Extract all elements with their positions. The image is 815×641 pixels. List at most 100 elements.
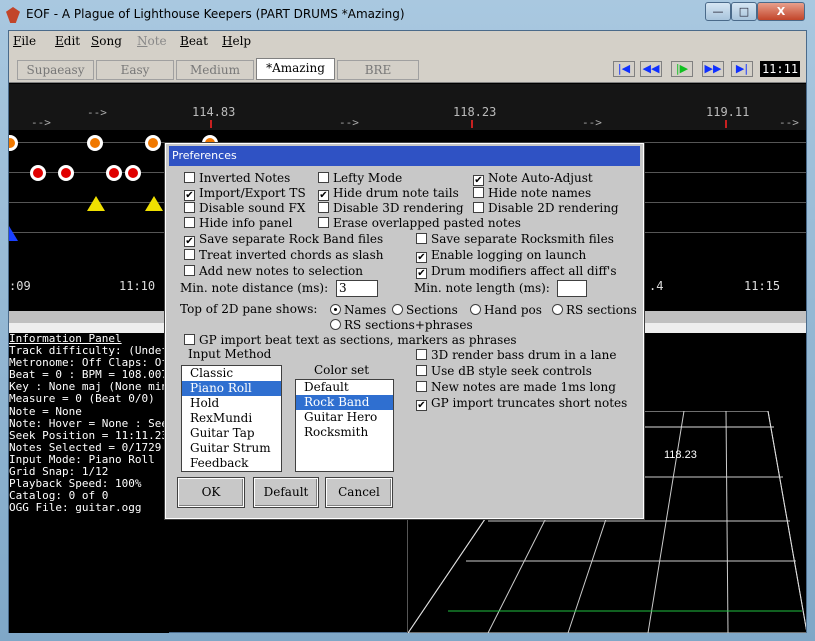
hide-note-names-checkbox[interactable]: Hide note names bbox=[473, 186, 591, 200]
radio-hand-pos[interactable]: Hand pos bbox=[470, 303, 542, 317]
enable-logging-checkbox[interactable]: ✔ Enable logging on launch bbox=[416, 248, 586, 263]
checkbox-label: Disable 2D rendering bbox=[488, 201, 619, 215]
radio-label: Hand pos bbox=[484, 303, 542, 317]
add-notes-to-selection-checkbox[interactable]: Add new notes to selection bbox=[184, 264, 363, 278]
disable-2d-rendering-checkbox[interactable]: Disable 2D rendering bbox=[473, 201, 619, 215]
checkmark-icon: ✔ bbox=[416, 252, 427, 263]
checkmark-icon: ✔ bbox=[473, 175, 484, 186]
radio-names[interactable]: Names bbox=[330, 303, 386, 317]
minimize-button[interactable]: — bbox=[705, 2, 731, 21]
beat-ruler[interactable]: --> --> 114.83 --> 118.23 --> 119.11 --> bbox=[9, 84, 806, 130]
menu-beat[interactable]: Beat bbox=[180, 34, 208, 48]
note-yellow[interactable] bbox=[145, 196, 163, 211]
menu-note[interactable]: Note bbox=[137, 34, 167, 48]
checkbox-label: Import/Export TS bbox=[199, 186, 306, 200]
title-bar[interactable]: EOF - A Plague of Lighthouse Keepers (PA… bbox=[0, 0, 815, 30]
checkbox-label: GP import beat text as sections, markers… bbox=[199, 333, 517, 347]
list-item[interactable]: Hold bbox=[182, 396, 281, 411]
tab-supaeasy[interactable]: Supaeasy bbox=[17, 60, 94, 80]
checkbox-label: Erase overlapped pasted notes bbox=[333, 216, 521, 230]
note-orange[interactable] bbox=[9, 135, 18, 151]
render-bass-drum-lane-checkbox[interactable]: 3D render bass drum in a lane bbox=[416, 348, 616, 362]
radio-rs-sections[interactable]: RS sections bbox=[552, 303, 637, 317]
input-method-list[interactable]: Classic Piano Roll Hold RexMundi Guitar … bbox=[181, 365, 282, 472]
min-note-length-label: Min. note length (ms): bbox=[414, 281, 550, 295]
menu-song[interactable]: Song bbox=[91, 34, 122, 48]
inverted-notes-checkbox[interactable]: Inverted Notes bbox=[184, 171, 290, 185]
list-item[interactable]: Classic bbox=[182, 366, 281, 381]
list-item[interactable]: Feedback bbox=[182, 456, 281, 471]
default-button[interactable]: Default bbox=[253, 477, 319, 508]
note-red[interactable] bbox=[58, 165, 74, 181]
rewind-icon[interactable]: ◀◀ bbox=[640, 61, 662, 77]
import-export-ts-checkbox[interactable]: ✔ Import/Export TS bbox=[184, 186, 306, 201]
disable-3d-rendering-checkbox[interactable]: Disable 3D rendering bbox=[318, 201, 464, 215]
gp-import-beat-text-checkbox[interactable]: GP import beat text as sections, markers… bbox=[184, 333, 517, 347]
seek-start-icon[interactable]: |◀ bbox=[613, 61, 635, 77]
note-orange[interactable] bbox=[87, 135, 103, 151]
ruler-marker: 118.23 bbox=[453, 105, 497, 119]
new-notes-1ms-checkbox[interactable]: New notes are made 1ms long bbox=[416, 380, 616, 394]
db-seek-controls-checkbox[interactable]: Use dB style seek controls bbox=[416, 364, 592, 378]
list-item-selected[interactable]: Rock Band bbox=[296, 395, 393, 410]
tab-medium[interactable]: Medium bbox=[176, 60, 254, 80]
note-red[interactable] bbox=[125, 165, 141, 181]
min-note-length-input[interactable] bbox=[557, 280, 587, 297]
list-item[interactable]: RexMundi bbox=[182, 411, 281, 426]
drum-modifiers-checkbox[interactable]: ✔ Drum modifiers affect all diff's bbox=[416, 264, 617, 279]
info-line: Measure = 0 (Beat 0/0) bbox=[9, 392, 155, 406]
erase-overlapped-notes-checkbox[interactable]: Erase overlapped pasted notes bbox=[318, 216, 521, 230]
disable-sound-fx-checkbox[interactable]: Disable sound FX bbox=[184, 201, 305, 215]
close-button[interactable]: X bbox=[757, 2, 805, 21]
lefty-mode-checkbox[interactable]: Lefty Mode bbox=[318, 171, 402, 185]
color-set-list[interactable]: Default Rock Band Guitar Hero Rocksmith bbox=[295, 379, 394, 472]
min-note-distance-input[interactable]: 3 bbox=[336, 280, 378, 297]
list-item[interactable]: Guitar Strum bbox=[182, 441, 281, 456]
seek-end-icon[interactable]: ▶| bbox=[731, 61, 753, 77]
radio-dot bbox=[392, 304, 403, 315]
menu-file[interactable]: File bbox=[13, 34, 36, 48]
menu-bar: File Edit Song Note Beat Help bbox=[9, 31, 806, 53]
radio-rs-sections-phrases[interactable]: RS sections+phrases bbox=[330, 318, 473, 332]
maximize-button[interactable]: □ bbox=[731, 2, 757, 21]
save-rock-band-files-checkbox[interactable]: ✔ Save separate Rock Band files bbox=[184, 232, 383, 247]
list-item[interactable]: Rocksmith bbox=[296, 425, 393, 440]
preferences-title[interactable]: Preferences bbox=[169, 146, 640, 166]
note-yellow[interactable] bbox=[87, 196, 105, 211]
cancel-button[interactable]: Cancel bbox=[325, 477, 393, 508]
tab-bre[interactable]: BRE bbox=[337, 60, 419, 80]
note-red[interactable] bbox=[106, 165, 122, 181]
radio-label: Names bbox=[344, 303, 387, 317]
note-red[interactable] bbox=[30, 165, 46, 181]
inverted-chords-slash-checkbox[interactable]: Treat inverted chords as slash bbox=[184, 248, 383, 262]
radio-sections[interactable]: Sections bbox=[392, 303, 458, 317]
ok-button[interactable]: OK bbox=[177, 477, 245, 508]
gp-truncate-short-notes-checkbox[interactable]: ✔ GP import truncates short notes bbox=[416, 396, 628, 411]
window-title: EOF - A Plague of Lighthouse Keepers (PA… bbox=[26, 7, 405, 21]
note-orange[interactable] bbox=[145, 135, 161, 151]
time-label: .4 bbox=[649, 279, 664, 293]
list-item[interactable]: Default bbox=[296, 380, 393, 395]
save-rocksmith-files-checkbox[interactable]: Save separate Rocksmith files bbox=[416, 232, 614, 246]
hide-drum-note-tails-checkbox[interactable]: ✔ Hide drum note tails bbox=[318, 186, 459, 201]
play-icon[interactable]: |▶ bbox=[671, 61, 693, 77]
top-pane-label: Top of 2D pane shows: bbox=[180, 302, 318, 316]
checkbox-label: GP import truncates short notes bbox=[431, 396, 628, 410]
list-item[interactable]: Guitar Hero bbox=[296, 410, 393, 425]
fast-forward-icon[interactable]: ▶▶ bbox=[702, 61, 724, 77]
list-item[interactable]: Guitar Tap bbox=[182, 426, 281, 441]
time-label: :09 bbox=[9, 279, 31, 293]
tab-easy[interactable]: Easy bbox=[96, 60, 174, 80]
list-item-selected[interactable]: Piano Roll bbox=[182, 381, 281, 396]
hide-info-panel-checkbox[interactable]: Hide info panel bbox=[184, 216, 292, 230]
menu-help[interactable]: Help bbox=[222, 34, 251, 48]
note-blue[interactable] bbox=[9, 226, 18, 241]
menu-edit[interactable]: Edit bbox=[55, 34, 80, 48]
toolbar: Supaeasy Easy Medium *Amazing BRE |◀ ◀◀ … bbox=[9, 53, 806, 83]
info-line: Note: Hover = None : Seek bbox=[9, 416, 169, 430]
checkbox-box bbox=[184, 249, 195, 260]
radio-label: RS sections bbox=[566, 303, 637, 317]
checkbox-box bbox=[184, 265, 195, 276]
tab-amazing[interactable]: *Amazing bbox=[256, 58, 335, 80]
note-auto-adjust-checkbox[interactable]: ✔ Note Auto-Adjust bbox=[473, 171, 593, 186]
